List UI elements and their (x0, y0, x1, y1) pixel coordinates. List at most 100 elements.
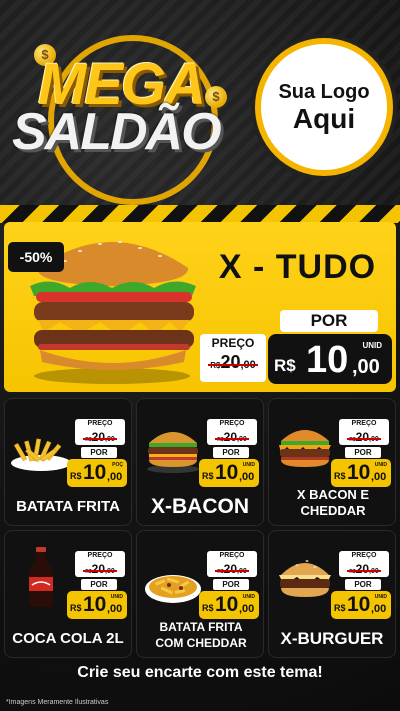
product-name: BATATA FRITA COM CHEDDAR (155, 620, 247, 650)
featured-new-price-box: UNID R$ 10 ,00 (268, 334, 392, 384)
por-label: POR (345, 579, 381, 590)
new-currency: R$ (202, 471, 214, 481)
por-label: POR (213, 447, 249, 458)
new-price-cents: ,00 (107, 471, 123, 483)
discount-badge: -50% (8, 242, 64, 272)
old-int: 20 (223, 562, 238, 576)
product-name: X-BACON (151, 495, 249, 518)
cheddar-fries-icon (145, 575, 201, 603)
logo-placeholder: Sua Logo Aqui (255, 38, 393, 176)
cheddar-burger-icon (279, 430, 331, 467)
unit-label: POÇ (112, 462, 123, 468)
product-card: PREÇO R$20,00 POR POÇ R$ 10 ,00 BATATA F… (4, 398, 132, 526)
new-price-cents: ,00 (107, 603, 123, 615)
new-price-cents: ,00 (371, 471, 387, 483)
new-price-int: 10 (306, 339, 349, 381)
old-price: R$20,00 (215, 562, 249, 576)
featured-por-label: POR (280, 310, 378, 332)
soda-bottle-icon (29, 547, 53, 607)
old-int: 20 (223, 430, 238, 444)
unit-label: UNID (362, 341, 382, 350)
new-price-int: 10 (83, 461, 107, 484)
new-currency: R$ (70, 471, 82, 481)
preco-label: PREÇO (87, 552, 113, 559)
hazard-stripe-divider (0, 205, 400, 223)
cheeseburger-icon (279, 560, 331, 597)
old-price-box: PREÇO R$20,00 (75, 419, 125, 445)
old-price-box: PREÇO R$20,00 (339, 551, 389, 577)
preco-label: PREÇO (219, 552, 245, 559)
old-price: R$20,00 (347, 562, 381, 576)
por-label: POR (213, 579, 249, 590)
product-card: PREÇO R$20,00 POR UNID R$ 10 ,00 BATATA … (136, 530, 264, 658)
featured-old-price: R$20,00 (208, 352, 258, 373)
product-name: X-BURGUER (280, 629, 384, 648)
preco-label: PREÇO (351, 420, 377, 427)
new-price-int: 10 (215, 593, 239, 616)
flyer-page: $ $ MEGA SALDÃO Sua Logo Aqui -50% X - T… (0, 0, 400, 711)
old-cents: ,00 (237, 436, 247, 443)
unit-label: UNID (110, 594, 123, 600)
old-price-box: PREÇO R$20,00 (339, 419, 389, 445)
product-name: BATATA FRITA (16, 498, 120, 515)
old-int: 20 (355, 430, 370, 444)
old-int: 20 (91, 430, 106, 444)
new-price-int: 10 (83, 593, 107, 616)
old-cents: ,00 (369, 568, 379, 575)
new-currency: R$ (70, 603, 82, 613)
old-price-box: PREÇO R$20,00 (75, 551, 125, 577)
unit-label: UNID (242, 594, 255, 600)
new-price-box: UNID R$ 10 ,00 (199, 591, 259, 619)
old-price-box: PREÇO R$20,00 (207, 551, 257, 577)
old-price-box: PREÇO R$20,00 (207, 419, 257, 445)
featured-old-price-box: PREÇO R$20,00 (200, 334, 266, 382)
logo-line1: Sua Logo (278, 80, 370, 103)
burger-icon (147, 432, 199, 473)
new-price-cents: ,00 (239, 603, 255, 615)
old-cents: ,00 (105, 436, 115, 443)
new-price-int: 10 (347, 461, 371, 484)
new-price-box: POÇ R$ 10 ,00 (67, 459, 127, 487)
title-saldao: SALDÃO (12, 103, 222, 161)
new-price-int: 10 (215, 461, 239, 484)
old-cents: ,00 (369, 436, 379, 443)
old-cents: ,00 (105, 568, 115, 575)
new-price-box: UNID R$ 10 ,00 (199, 459, 259, 487)
product-card: PREÇO R$20,00 POR UNID R$ 10 ,00 X-BURGU… (268, 530, 396, 658)
por-label: POR (81, 579, 117, 590)
product-card: PREÇO R$20,00 POR UNID R$ 10 ,00 X BACON… (268, 398, 396, 526)
preco-label: PREÇO (87, 420, 113, 427)
new-currency: R$ (202, 603, 214, 613)
old-int: 20 (220, 352, 241, 372)
new-currency: R$ (274, 356, 296, 375)
old-price: R$20,00 (83, 430, 117, 444)
logo-line2: Aqui (292, 102, 356, 134)
new-price-cents: ,00 (371, 603, 387, 615)
new-price-int: 10 (347, 593, 371, 616)
old-cents: ,00 (240, 359, 256, 371)
por-label: POR (81, 447, 117, 458)
old-cents: ,00 (237, 568, 247, 575)
fries-icon (11, 438, 71, 471)
old-price: R$20,00 (215, 430, 249, 444)
unit-label: UNID (374, 462, 387, 468)
call-to-action: Crie seu encarte com este tema! (77, 664, 323, 681)
unit-label: UNID (242, 462, 255, 468)
new-price-box: UNID R$ 10 ,00 (331, 591, 391, 619)
featured-preco-label: PREÇO (211, 336, 255, 350)
old-price: R$20,00 (347, 430, 381, 444)
new-price-cents: ,00 (352, 356, 380, 378)
por-label: POR (345, 447, 381, 458)
preco-label: PREÇO (219, 420, 245, 427)
preco-label: PREÇO (351, 552, 377, 559)
old-int: 20 (355, 562, 370, 576)
old-currency: R$ (210, 361, 221, 370)
new-price-cents: ,00 (239, 471, 255, 483)
product-card: PREÇO R$20,00 POR UNID R$ 10 ,00 X-BACON (136, 398, 264, 526)
unit-label: UNID (374, 594, 387, 600)
product-card: PREÇO R$20,00 POR UNID R$ 10 ,00 COCA CO… (4, 530, 132, 658)
new-price-box: UNID R$ 10 ,00 (331, 459, 391, 487)
new-price-box: UNID R$ 10 ,00 (67, 591, 127, 619)
new-currency: R$ (334, 471, 346, 481)
disclaimer: *Imagens Meramente Ilustrativas (6, 699, 109, 706)
